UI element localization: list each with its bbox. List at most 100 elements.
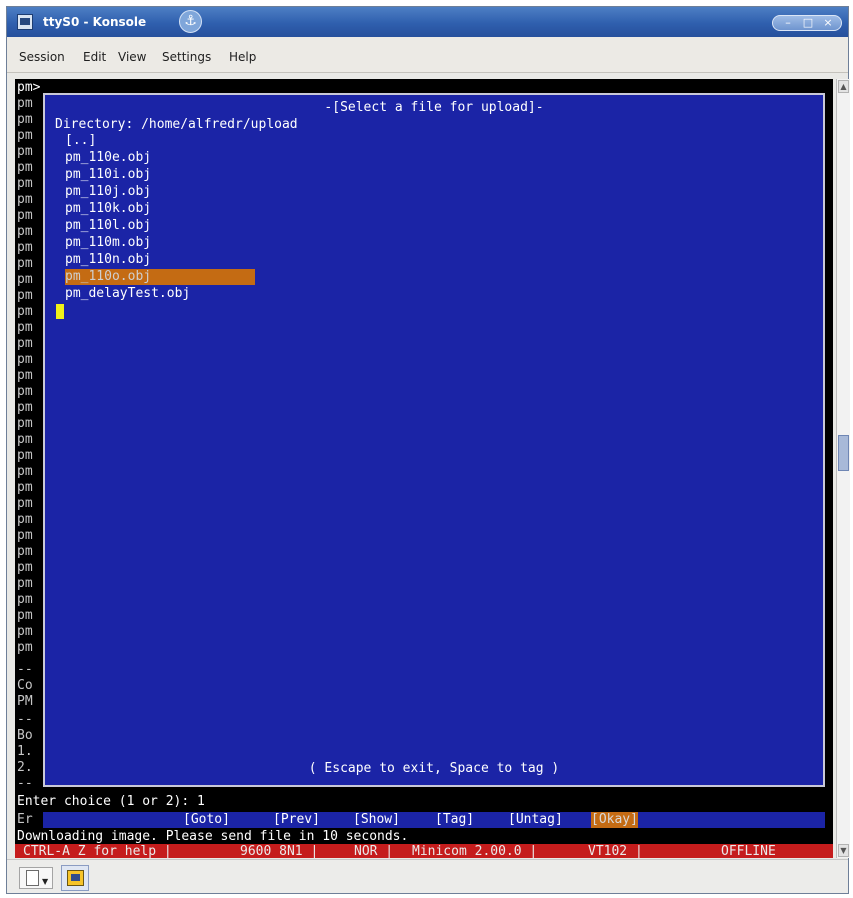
left-prefix: pm — [17, 176, 33, 191]
prev-button[interactable]: [Prev] — [273, 812, 320, 828]
file-entry-selected[interactable]: pm_110o.obj — [65, 269, 255, 285]
left-prefix: pm — [17, 576, 33, 591]
status-baud: 9600 8N1 | — [240, 844, 319, 858]
left-prefix: pm — [17, 528, 33, 543]
left-prefix: pm — [17, 496, 33, 511]
left-prefix: pm — [17, 368, 33, 383]
left-prefix: pm — [17, 288, 33, 303]
left-prefix: pm — [17, 96, 33, 111]
status-terminal-type: VT102 | — [588, 844, 643, 858]
left-prefix: pm — [17, 320, 33, 335]
title-bar[interactable]: ttyS0 - Konsole ⚓ – □ × — [7, 7, 848, 37]
window-title: ttyS0 - Konsole — [43, 15, 147, 29]
left-prefix: pm — [17, 640, 33, 655]
new-session-button[interactable]: ▼ — [19, 867, 53, 889]
left-prefix: 1. — [17, 744, 33, 759]
file-entry[interactable]: pm_110i.obj — [65, 167, 255, 183]
left-prefix: -- — [17, 776, 33, 791]
left-prefix: pm — [17, 448, 33, 463]
menu-help[interactable]: Help — [229, 50, 256, 64]
left-prefix: pm — [17, 432, 33, 447]
left-prefix: pm — [17, 112, 33, 127]
status-version: Minicom 2.00.0 | — [412, 844, 538, 858]
left-prefix: pm — [17, 128, 33, 143]
left-prefix: pm — [17, 304, 33, 319]
status-help: CTRL-A Z for help | — [23, 844, 172, 858]
maximize-button[interactable]: □ — [797, 16, 819, 30]
scroll-down-icon[interactable]: ▼ — [838, 844, 849, 857]
sticky-pin-icon[interactable]: ⚓ — [179, 10, 202, 33]
menu-bar: Session Edit View Settings Help — [7, 37, 848, 73]
chevron-down-icon: ▼ — [42, 877, 49, 886]
terminal-scrollbar[interactable]: ▲ ▼ — [836, 79, 850, 858]
menu-view[interactable]: View — [118, 50, 146, 64]
enter-choice-line: Enter choice (1 or 2): 1 — [17, 794, 205, 809]
status-mode: NOR | — [354, 844, 394, 858]
left-prefix: pm — [17, 240, 33, 255]
action-line-prefix: Er — [17, 812, 33, 827]
left-prefix: PM — [17, 694, 33, 709]
left-prefix: Co — [17, 678, 33, 693]
action-bar: [Goto] [Prev] [Show] [Tag] [Untag] [Okay… — [43, 812, 825, 828]
file-entry[interactable]: pm_110m.obj — [65, 235, 255, 251]
directory-path: Directory: /home/alfredr/upload — [55, 117, 298, 132]
prompt-line: pm> — [17, 80, 41, 95]
left-prefix: pm — [17, 208, 33, 223]
left-prefix: -- — [17, 662, 33, 677]
file-entry[interactable]: pm_110j.obj — [65, 184, 255, 200]
dialog-title: -[Select a file for upload]- — [324, 100, 544, 115]
scroll-up-icon[interactable]: ▲ — [838, 80, 849, 93]
menu-settings[interactable]: Settings — [162, 50, 211, 64]
left-prefix: pm — [17, 256, 33, 271]
session-tab[interactable] — [61, 865, 89, 891]
left-prefix: pm — [17, 464, 33, 479]
left-prefix: pm — [17, 512, 33, 527]
left-prefix: pm — [17, 624, 33, 639]
file-entry-parent[interactable]: [..] — [65, 133, 255, 149]
left-prefix: pm — [17, 352, 33, 367]
left-prefix: pm — [17, 480, 33, 495]
left-prefix: pm — [17, 272, 33, 287]
left-prefix: pm — [17, 416, 33, 431]
status-connection: OFFLINE — [721, 844, 776, 858]
show-button[interactable]: [Show] — [353, 812, 400, 828]
window-controls: – □ × — [772, 15, 842, 31]
dialog-hint: ( Escape to exit, Space to tag ) — [308, 761, 560, 776]
left-prefix: pm — [17, 144, 33, 159]
left-prefix: pm — [17, 336, 33, 351]
session-tab-bar: ▼ — [7, 859, 848, 893]
left-prefix: pm — [17, 592, 33, 607]
untag-button[interactable]: [Untag] — [508, 812, 563, 828]
left-prefix: -- — [17, 712, 33, 727]
scrollbar-thumb[interactable] — [838, 435, 849, 471]
file-upload-dialog: -[Select a file for upload]- Directory: … — [43, 93, 825, 787]
terminal-view[interactable]: pm> pm pm pm pm pm pm pm pm pm pm pm pm … — [15, 79, 833, 858]
text-cursor — [56, 304, 64, 319]
minicom-status-bar: CTRL-A Z for help | 9600 8N1 | NOR | Min… — [15, 844, 833, 858]
left-prefix: pm — [17, 608, 33, 623]
file-entry[interactable]: pm_110l.obj — [65, 218, 255, 234]
konsole-window: ttyS0 - Konsole ⚓ – □ × Session Edit Vie… — [6, 6, 850, 894]
konsole-session-icon — [67, 870, 84, 886]
menu-session[interactable]: Session — [19, 50, 65, 64]
left-prefix: pm — [17, 560, 33, 575]
file-entry[interactable]: pm_110k.obj — [65, 201, 255, 217]
konsole-app-icon[interactable] — [17, 14, 33, 30]
file-entry[interactable]: pm_110e.obj — [65, 150, 255, 166]
file-entry[interactable]: pm_110n.obj — [65, 252, 255, 268]
left-prefix: pm — [17, 400, 33, 415]
close-button[interactable]: × — [817, 16, 839, 30]
menu-edit[interactable]: Edit — [83, 50, 106, 64]
tag-button[interactable]: [Tag] — [435, 812, 474, 828]
okay-button[interactable]: [Okay] — [591, 812, 638, 828]
left-prefix: pm — [17, 224, 33, 239]
left-prefix: pm — [17, 160, 33, 175]
new-session-icon — [26, 870, 39, 886]
file-entry[interactable]: pm_delayTest.obj — [65, 286, 255, 302]
goto-button[interactable]: [Goto] — [183, 812, 230, 828]
left-prefix: pm — [17, 192, 33, 207]
left-prefix: Bo — [17, 728, 33, 743]
left-prefix: pm — [17, 384, 33, 399]
left-prefix: pm — [17, 544, 33, 559]
minimize-button[interactable]: – — [777, 16, 799, 30]
